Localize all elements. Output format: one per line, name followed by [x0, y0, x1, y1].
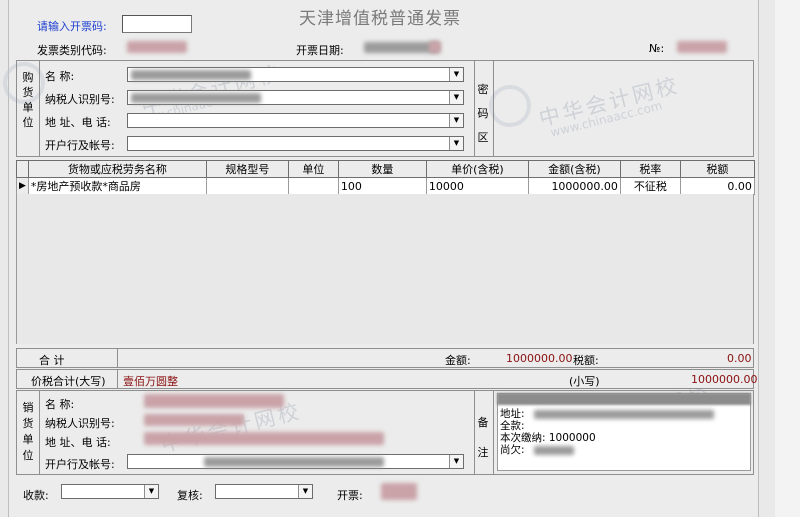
invoice-no-label: №: — [649, 42, 665, 55]
seller-bank-value — [204, 457, 384, 467]
code-input-label: 请输入开票码: — [37, 20, 107, 33]
code-input[interactable] — [122, 15, 192, 33]
col-header-unit: 单位 — [287, 160, 339, 178]
seller-section-label: 销 货 单 位 — [22, 401, 34, 462]
seller-tax-id-value — [144, 414, 244, 426]
chevron-down-icon[interactable]: ▼ — [449, 114, 463, 127]
seller-address-label: 地 址、电 话: — [45, 436, 111, 449]
cell-amount[interactable]: 1000000.00 — [527, 177, 621, 195]
buyer-name-label: 名 称: — [45, 70, 75, 83]
remark-label: 备 注 — [477, 416, 489, 459]
reviewer-combo[interactable]: ▼ — [215, 484, 313, 499]
seller-bank-label: 开户行及帐号: — [45, 458, 115, 471]
remark-divider-2 — [493, 390, 494, 475]
remark-divider — [474, 390, 475, 475]
seller-divider — [39, 390, 40, 475]
buyer-name-value — [131, 70, 251, 80]
cell-qty[interactable]: 100 — [337, 177, 427, 195]
grand-total-uppercase: 壹佰万圆整 — [123, 375, 178, 388]
cell-tax[interactable]: 0.00 — [679, 177, 755, 195]
seller-name-value — [144, 394, 284, 408]
chevron-down-icon[interactable]: ▼ — [449, 68, 463, 81]
col-header-qty: 数量 — [337, 160, 427, 178]
type-code-label: 发票类别代码: — [37, 44, 107, 57]
invoice-title: 天津增值税普通发票 — [299, 9, 461, 29]
grand-total-lower-value: 1000000.00 — [691, 373, 758, 386]
drawer-label: 开票: — [337, 489, 363, 502]
cell-price[interactable]: 10000 — [425, 177, 529, 195]
payee-label: 收款: — [23, 489, 49, 502]
totals-amount-value: 1000000.00 — [506, 352, 573, 365]
buyer-divider — [39, 60, 40, 157]
grand-total-label: 价税合计(大写) — [31, 375, 106, 388]
totals-tax-label: 税额: — [573, 354, 599, 367]
invoice-no-value — [677, 41, 727, 53]
date-label: 开票日期: — [296, 44, 344, 57]
totals-label: 合 计 — [39, 354, 65, 367]
cell-rate[interactable]: 不征税 — [619, 177, 681, 195]
date-value-suffix — [429, 41, 441, 53]
chevron-down-icon[interactable]: ▼ — [449, 455, 463, 468]
totals-divider — [117, 348, 118, 368]
buyer-section-label: 购 货 单 位 — [22, 71, 34, 129]
invoice-window: 中华会计网校 www.chinaacc.com 中华会计网校 www.china… — [3, 0, 759, 517]
remark-line: 全款: — [500, 420, 525, 432]
remark-line: 本次缴纳: 1000000 — [500, 432, 596, 444]
items-empty-area[interactable] — [16, 194, 754, 344]
row-indicator-header — [16, 160, 29, 178]
col-header-name: 货物或应税劳务名称 — [27, 160, 207, 178]
chevron-down-icon[interactable]: ▼ — [449, 91, 463, 104]
col-header-tax: 税额 — [679, 160, 755, 178]
col-header-spec: 规格型号 — [205, 160, 289, 178]
chevron-down-icon[interactable]: ▼ — [298, 485, 312, 498]
chevron-down-icon[interactable]: ▼ — [449, 137, 463, 150]
seller-tax-id-label: 纳税人识别号: — [45, 417, 115, 430]
remark-owed-value — [534, 446, 574, 455]
cell-unit[interactable] — [287, 177, 339, 195]
cipher-label: 密 码 区 — [477, 83, 489, 144]
payee-combo[interactable]: ▼ — [61, 484, 159, 499]
table-row[interactable]: ▶ *房地产预收款*商品房 100 10000 1000000.00 不征税 0… — [16, 177, 755, 195]
buyer-bank-label: 开户行及帐号: — [45, 139, 115, 152]
reviewer-label: 复核: — [177, 489, 203, 502]
cipher-divider-2 — [493, 60, 494, 157]
cell-name[interactable]: *房地产预收款*商品房 — [27, 177, 207, 195]
buyer-address-label: 地 址、电 话: — [45, 116, 111, 129]
buyer-bank-combo[interactable]: ▼ — [127, 136, 464, 151]
seller-name-label: 名 称: — [45, 398, 75, 411]
buyer-tax-id-value — [131, 93, 261, 103]
type-code-value — [127, 41, 187, 53]
seller-address-value — [144, 432, 384, 445]
col-header-rate: 税率 — [619, 160, 681, 178]
buyer-address-combo[interactable]: ▼ — [127, 113, 464, 128]
items-table: 货物或应税劳务名称 规格型号 单位 数量 单价(含税) 金额(含税) 税率 税额… — [16, 160, 755, 195]
totals-amount-label: 金额: — [445, 354, 471, 367]
buyer-tax-id-label: 纳税人识别号: — [45, 93, 115, 106]
remark-header-bar — [497, 393, 751, 405]
cell-spec[interactable] — [205, 177, 289, 195]
remark-address-value — [534, 410, 714, 419]
row-indicator-icon: ▶ — [16, 177, 29, 195]
totals-tax-value: 0.00 — [727, 352, 752, 365]
date-value — [364, 42, 439, 53]
chevron-down-icon[interactable]: ▼ — [144, 485, 158, 498]
grand-total-divider — [117, 369, 118, 389]
col-header-price: 单价(含税) — [425, 160, 529, 178]
totals-row — [16, 348, 754, 368]
background-margin — [775, 0, 800, 517]
col-header-amount: 金额(含税) — [527, 160, 621, 178]
drawer-value — [381, 483, 417, 500]
cipher-divider — [474, 60, 475, 157]
grand-total-lower-label: (小写) — [569, 375, 600, 388]
